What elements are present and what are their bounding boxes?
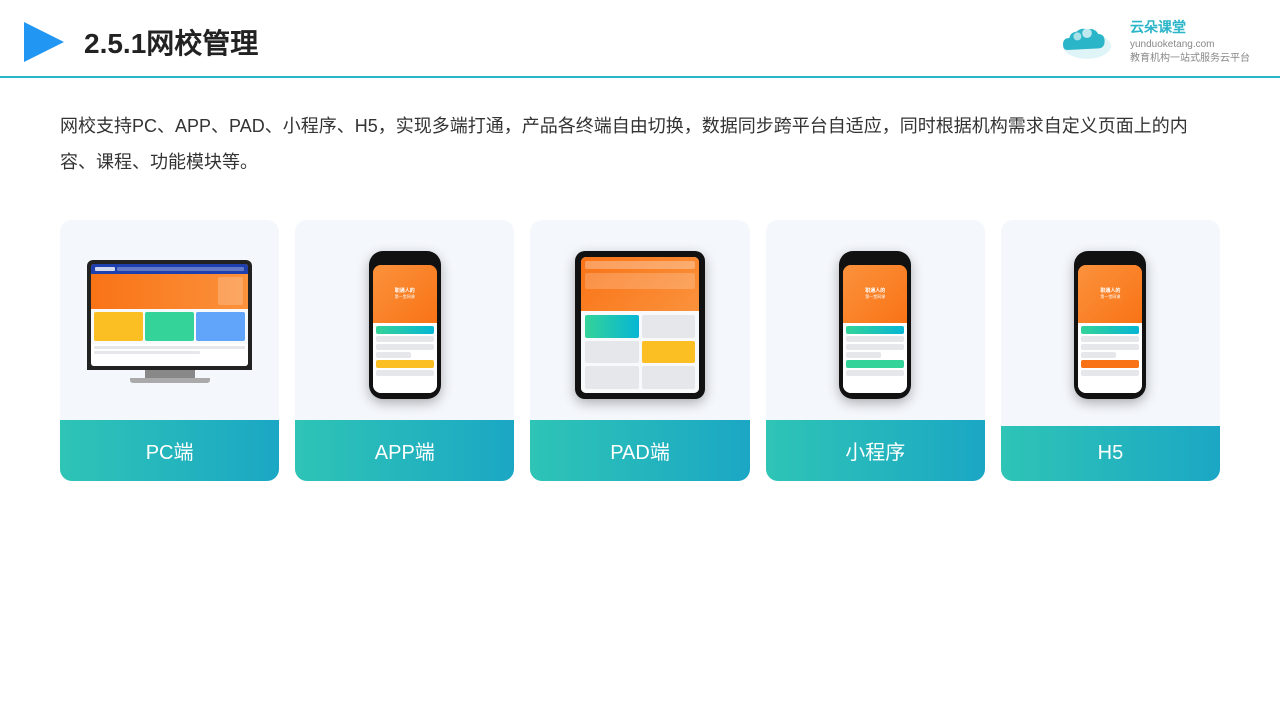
card-miniapp-label: 小程序 <box>766 420 985 481</box>
card-pc: PC端 <box>60 220 279 481</box>
pc-mockup <box>87 260 252 390</box>
card-app: 职通人的 第一堂网课 APP端 <box>295 220 514 481</box>
card-pad: PAD端 <box>530 220 749 481</box>
pad-image-area <box>530 220 749 420</box>
play-icon <box>20 18 68 66</box>
app-phone-mockup: 职通人的 第一堂网课 <box>369 251 441 399</box>
logo-name: 云朵课堂 <box>1130 18 1250 38</box>
logo-url: yunduoketang.com <box>1130 38 1250 52</box>
pc-image-area <box>60 220 279 420</box>
miniapp-phone-mockup: 职通人的 第一堂网课 <box>839 251 911 399</box>
logo-text: 云朵课堂 yunduoketang.com 教育机构一站式服务云平台 <box>1130 18 1250 66</box>
miniapp-image-area: 职通人的 第一堂网课 <box>766 220 985 420</box>
header: 2.5.1网校管理 云朵课堂 yunduoketang.com 教育机构一站式服… <box>0 0 1280 78</box>
app-image-area: 职通人的 第一堂网课 <box>295 220 514 420</box>
card-miniapp: 职通人的 第一堂网课 小程序 <box>766 220 985 481</box>
card-h5-label: H5 <box>1001 426 1220 481</box>
header-left: 2.5.1网校管理 <box>20 18 258 66</box>
pad-tablet-mockup <box>575 251 705 399</box>
card-pad-label: PAD端 <box>530 420 749 481</box>
logo-tagline: 教育机构一站式服务云平台 <box>1130 52 1250 66</box>
cloud-logo-icon <box>1052 22 1122 62</box>
h5-phone-mockup: 职通人的 第一堂网课 <box>1074 251 1146 399</box>
logo-area: 云朵课堂 yunduoketang.com 教育机构一站式服务云平台 <box>1052 18 1250 66</box>
description-text: 网校支持PC、APP、PAD、小程序、H5，实现多端打通，产品各终端自由切换，数… <box>0 78 1280 190</box>
card-pc-label: PC端 <box>60 420 279 481</box>
card-app-label: APP端 <box>295 420 514 481</box>
description-content: 网校支持PC、APP、PAD、小程序、H5，实现多端打通，产品各终端自由切换，数… <box>60 116 1188 172</box>
card-h5: 职通人的 第一堂网课 H5 <box>1001 220 1220 481</box>
page-title: 2.5.1网校管理 <box>84 22 258 62</box>
cards-container: PC端 职通人的 第一堂网课 <box>0 190 1280 501</box>
h5-image-area: 职通人的 第一堂网课 <box>1001 220 1220 420</box>
